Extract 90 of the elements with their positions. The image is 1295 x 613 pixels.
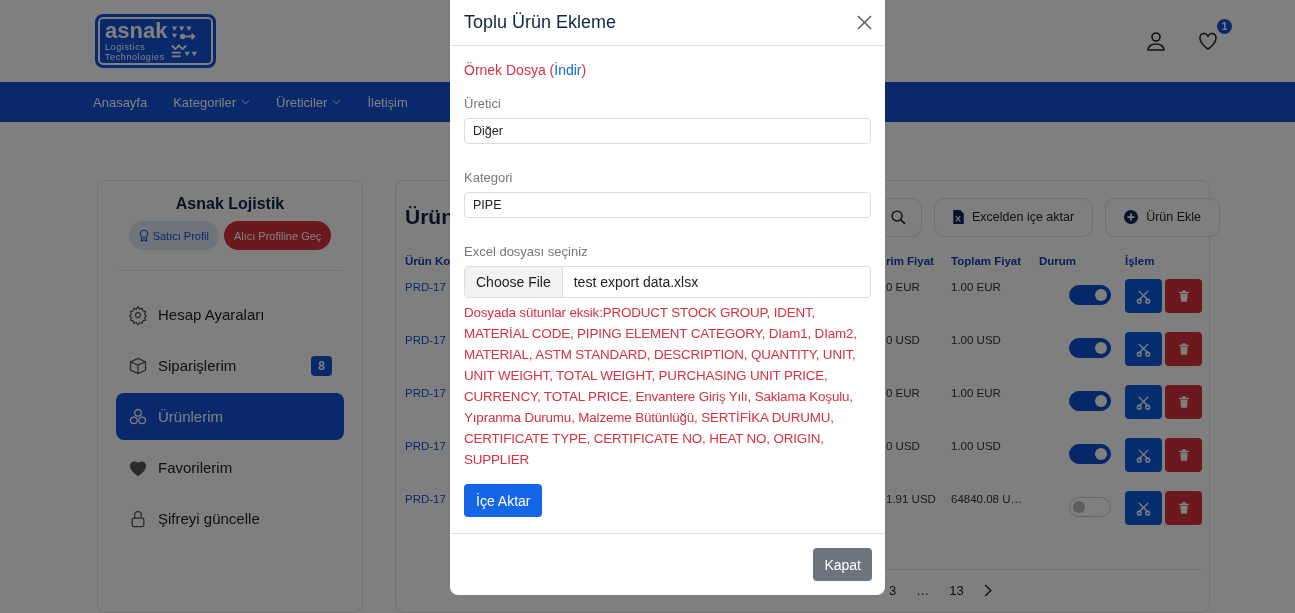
edit-button[interactable] — [1125, 279, 1162, 313]
search-icon — [890, 208, 907, 226]
delete-button[interactable] — [1165, 385, 1202, 419]
nav-link[interactable]: İletişim — [367, 94, 408, 110]
delete-button[interactable] — [1165, 332, 1202, 366]
table-cell-text: 1.91 USD — [886, 492, 937, 507]
table-cell-text: PRD-17 — [405, 492, 447, 507]
sidebar-item[interactable]: Hesap Ayaraları — [116, 291, 344, 338]
status-toggle[interactable] — [1069, 391, 1111, 411]
table-cell-text: 1.00 USD — [950, 333, 1002, 348]
sample-file-text: Örnek Dosya (İndir) — [464, 62, 588, 78]
award-icon — [138, 229, 149, 242]
table-cell-text: PRD-17 — [405, 333, 447, 348]
add-product-button[interactable]: Ürün Ekle — [1105, 197, 1221, 237]
excel-import-button[interactable]: Excelden içe aktar — [934, 197, 1094, 237]
column-header: Durum — [1038, 255, 1078, 269]
box-icon — [128, 355, 148, 376]
field-label: Kategori — [464, 170, 514, 185]
download-link[interactable]: İndir — [554, 62, 582, 78]
table-cell-text: 0 EUR — [886, 386, 921, 401]
table-cell-text: PRD-17 — [405, 386, 447, 401]
scissors-icon — [1136, 341, 1151, 357]
edit-button[interactable] — [1125, 332, 1162, 366]
edit-button[interactable] — [1125, 491, 1162, 525]
table-cell-text: 64840.08 U… — [950, 492, 1023, 507]
count-badge: 8 — [311, 355, 332, 376]
column-header: rim Fiyat — [886, 255, 935, 269]
wishlist-count-badge: 1 — [1217, 19, 1232, 34]
scissors-icon — [1136, 394, 1151, 410]
column-header: İşlem — [1124, 255, 1156, 269]
next-page-icon[interactable] — [983, 583, 992, 597]
scissors-icon — [1136, 500, 1151, 516]
file-input[interactable]: Choose File test export data.xlsx — [464, 266, 871, 298]
column-header: Ürün Ko — [405, 255, 451, 269]
close-button[interactable]: Kapat — [813, 548, 872, 581]
sidebar-item[interactable]: Ürünlerim — [116, 393, 344, 440]
profile-button[interactable]: Satıcı Profil — [128, 221, 219, 250]
page-link[interactable]: 13 — [949, 582, 964, 598]
delete-button[interactable] — [1165, 491, 1202, 525]
delete-button[interactable] — [1165, 438, 1202, 472]
table-cell-text: PRD-17 — [405, 439, 447, 454]
switch-profile-button[interactable]: Alıcı Profiline Geç — [223, 221, 332, 250]
nav-link[interactable]: Kategoriler — [173, 94, 251, 110]
trash-icon — [1178, 290, 1189, 302]
logo[interactable]: asnak Logistics Technologies — [95, 14, 217, 68]
spreadsheet-file-icon — [953, 210, 964, 224]
sidebar-item[interactable]: Şifreyi güncelle — [116, 495, 344, 542]
scissors-icon — [1136, 447, 1151, 463]
field-label: Üretici — [464, 96, 502, 111]
profile-name: Asnak Lojistik — [174, 195, 286, 213]
logo-wordmark: asnak — [105, 20, 168, 42]
edit-button[interactable] — [1125, 438, 1162, 472]
table-cell-text: PRD-17 — [405, 280, 447, 295]
table-cell-text: 1.00 EUR — [950, 280, 1002, 295]
manufacturer-field[interactable]: Diğer — [464, 118, 871, 144]
trash-icon — [1178, 449, 1189, 461]
table-cell-text: 1.00 EUR — [950, 386, 1002, 401]
table-cell-text: 0 USD — [886, 333, 921, 348]
import-button[interactable]: İçe Aktar — [464, 484, 543, 517]
close-icon[interactable] — [857, 15, 872, 30]
status-toggle[interactable] — [1069, 285, 1111, 305]
table-cell-text: 0 EUR — [886, 280, 921, 295]
dialog-title: Toplu Ürün Ekleme — [464, 12, 617, 33]
error-message: Dosyada sütunlar eksik:PRODUCT STOCK GROUP, IDENT, MATERİAL CODE, PIPING ELEMENT CATEGORY, DIam1, DIam2, MATERIAL, ASTM STANDARD, DESCRIPTION, QUANTITY, UNIT, UNIT WEIGHT, TOTAL WEIGHT, PURCHASING UNIT PRICE, CURRENCY, TOTAL PRICE, Envantere Giriş Yılı, Saklama Koşulu, Yıpranma Durumu, Malzeme Bütünlüğü, SERTİFİKA DURUMU, CERTIFICATE TYPE, CERTIFICATE NO, HEAT NO, ORIGIN, SUPPLIER — [464, 304, 858, 469]
user-icon[interactable] — [1144, 29, 1168, 53]
sidebar-item[interactable]: Siparişlerim 8 — [116, 342, 344, 389]
status-toggle[interactable] — [1069, 338, 1111, 358]
table-cell-text: 0 USD — [886, 439, 921, 454]
circles-icon — [128, 406, 148, 427]
page-link[interactable]: 3 — [889, 582, 897, 598]
status-toggle[interactable] — [1069, 444, 1111, 464]
search-button[interactable] — [886, 197, 922, 237]
nav-link[interactable]: Anasayfa — [93, 94, 148, 110]
trash-icon — [1178, 343, 1189, 355]
delete-button[interactable] — [1165, 279, 1202, 313]
category-field[interactable]: PIPE — [464, 192, 871, 218]
table-cell-text: 1.00 USD — [950, 439, 1002, 454]
field-label: Excel dosyası seçiniz — [464, 244, 589, 259]
edit-button[interactable] — [1125, 385, 1162, 419]
trash-icon — [1178, 396, 1189, 408]
sidebar-item[interactable]: Favorilerim — [116, 444, 344, 491]
nav-link[interactable]: Üreticiler — [276, 94, 342, 110]
plus-circle-icon — [1124, 210, 1139, 224]
page-link[interactable]: … — [916, 582, 930, 598]
gear-icon — [128, 304, 148, 325]
logo-tagline: Logistics — [105, 42, 147, 52]
column-header: Toplam Fiyat — [950, 255, 1023, 269]
scissors-icon — [1136, 288, 1151, 304]
logo-tagline: Technologies — [105, 52, 166, 62]
trash-icon — [1178, 502, 1189, 514]
